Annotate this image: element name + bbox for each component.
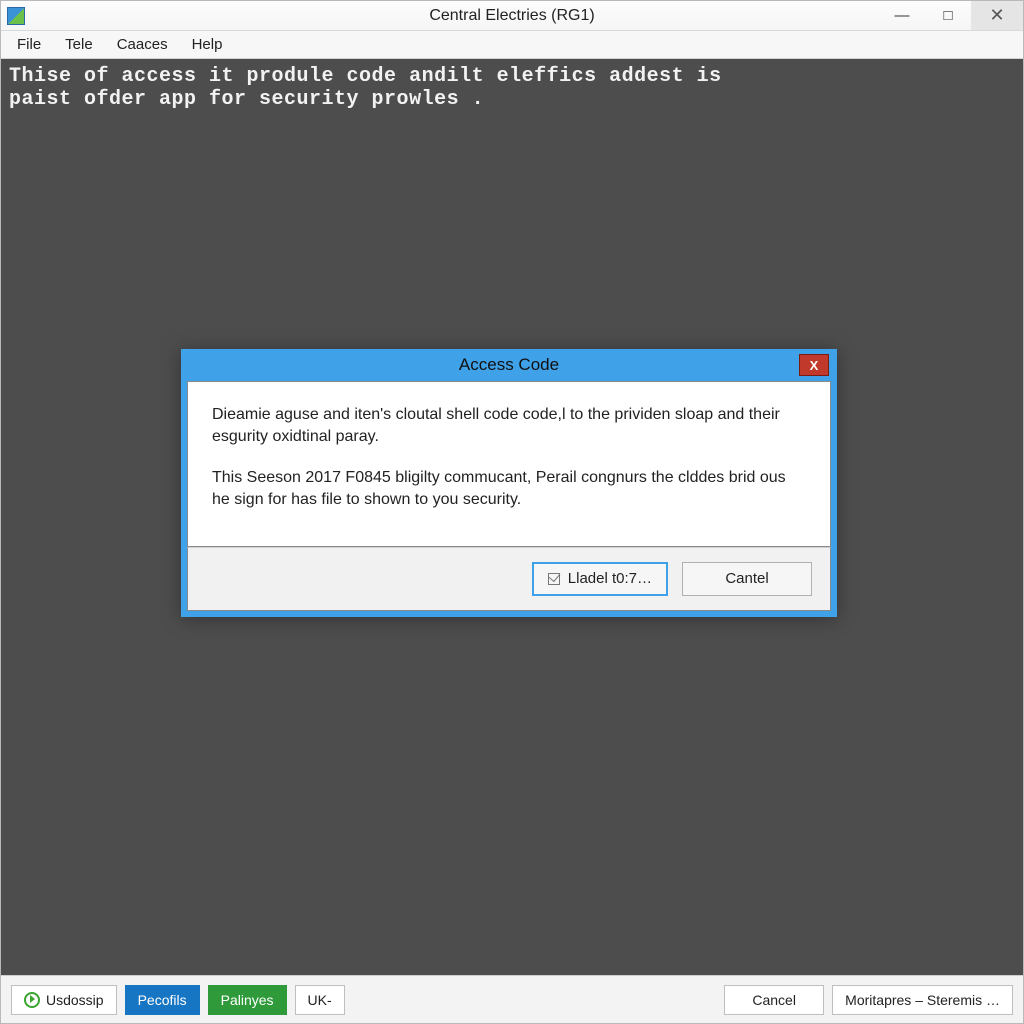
pecofils-button[interactable]: Pecofils — [125, 985, 200, 1015]
menu-help[interactable]: Help — [182, 33, 235, 56]
menu-file[interactable]: File — [7, 33, 53, 56]
refresh-icon — [24, 992, 40, 1008]
window-controls: — □ ✕ — [879, 1, 1023, 30]
terminal-output: Thise of access it produle code andilt e… — [1, 59, 1023, 117]
pecofils-label: Pecofils — [138, 992, 187, 1008]
browse-icon — [548, 573, 560, 585]
dialog-primary-button[interactable]: Lladel t0:7… — [532, 562, 668, 596]
menubar: File Tele Caaces Help — [1, 31, 1023, 59]
bottom-cancel-label: Cancel — [752, 992, 796, 1008]
dialog-title: Access Code — [187, 355, 831, 375]
dialog-titlebar: Access Code X — [187, 349, 831, 381]
app-icon — [7, 7, 25, 25]
dialog-body: Dieamie aguse and iten's cloutal shell c… — [187, 381, 831, 547]
titlebar: Central Electries (RG1) — □ ✕ — [1, 1, 1023, 31]
bottom-cancel-button[interactable]: Cancel — [724, 985, 824, 1015]
palinyes-button[interactable]: Palinyes — [208, 985, 287, 1015]
window-title: Central Electries (RG1) — [1, 7, 1023, 25]
usdossip-label: Usdossip — [46, 992, 104, 1008]
access-code-dialog: Access Code X Dieamie aguse and iten's c… — [181, 349, 837, 617]
dialog-footer: Lladel t0:7… Cantel — [187, 547, 831, 611]
uk-label: UK- — [308, 992, 332, 1008]
dialog-cancel-label: Cantel — [725, 570, 768, 587]
dialog-paragraph-1: Dieamie aguse and iten's cloutal shell c… — [212, 404, 806, 449]
close-button[interactable]: ✕ — [971, 1, 1023, 30]
uk-button[interactable]: UK- — [295, 985, 345, 1015]
moritapres-label: Moritapres – Steremis … — [845, 992, 1000, 1008]
maximize-button[interactable]: □ — [925, 1, 971, 30]
minimize-button[interactable]: — — [879, 1, 925, 30]
palinyes-label: Palinyes — [221, 992, 274, 1008]
dialog-primary-label: Lladel t0:7… — [568, 570, 652, 587]
menu-caaces[interactable]: Caaces — [107, 33, 180, 56]
moritapres-button[interactable]: Moritapres – Steremis … — [832, 985, 1013, 1015]
bottom-bar: Usdossip Pecofils Palinyes UK- Cancel Mo… — [1, 975, 1023, 1023]
main-window: Central Electries (RG1) — □ ✕ File Tele … — [0, 0, 1024, 1024]
content-area: Thise of access it produle code andilt e… — [1, 59, 1023, 975]
dialog-cancel-button[interactable]: Cantel — [682, 562, 812, 596]
menu-tele[interactable]: Tele — [55, 33, 105, 56]
usdossip-button[interactable]: Usdossip — [11, 985, 117, 1015]
dialog-paragraph-2: This Seeson 2017 F0845 bligilty commucan… — [212, 467, 806, 512]
